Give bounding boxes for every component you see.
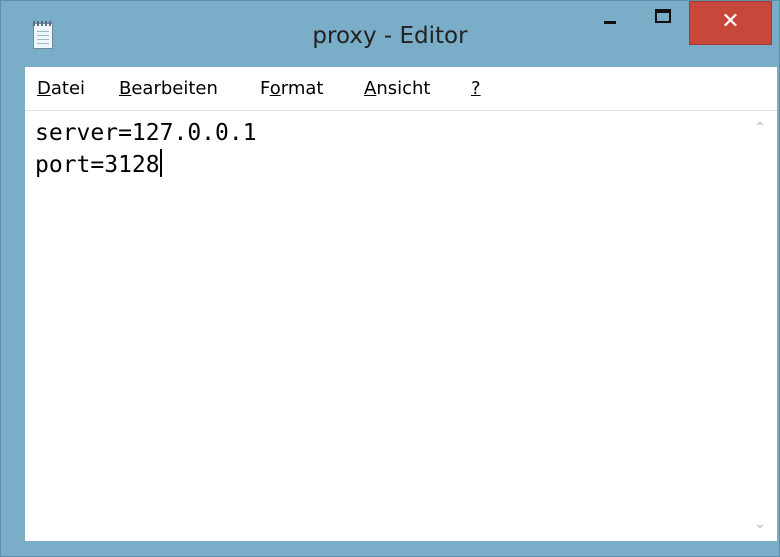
close-button[interactable]: ✕ bbox=[689, 1, 772, 45]
notepad-icon[interactable] bbox=[33, 21, 53, 49]
text-content[interactable]: server=127.0.0.1 port=3128 bbox=[35, 117, 737, 541]
title-bar[interactable]: proxy - Editor ✕ bbox=[1, 1, 779, 65]
text-line-1: server=127.0.0.1 bbox=[35, 120, 257, 146]
close-icon: ✕ bbox=[721, 9, 740, 34]
menu-item-format[interactable]: Format bbox=[260, 78, 323, 99]
minimize-button[interactable] bbox=[586, 3, 632, 33]
menu-bar: Datei Bearbeiten Format Ansicht ? bbox=[25, 67, 777, 111]
menu-item-bearbeiten[interactable]: Bearbeiten bbox=[119, 78, 218, 99]
menu-item-help[interactable]: ? bbox=[471, 78, 481, 99]
menu-item-ansicht[interactable]: Ansicht bbox=[364, 78, 430, 99]
text-line-2: port=3128 bbox=[35, 149, 737, 181]
scroll-down-icon[interactable]: ⌄ bbox=[753, 517, 767, 531]
menu-item-datei[interactable]: Datei bbox=[37, 78, 85, 99]
maximize-icon bbox=[655, 9, 671, 23]
vertical-scrollbar[interactable]: ⌃ ⌄ bbox=[743, 111, 777, 541]
scroll-up-icon[interactable]: ⌃ bbox=[753, 121, 767, 135]
editor-window: proxy - Editor ✕ Datei Bearbeiten Format… bbox=[0, 0, 780, 557]
maximize-button[interactable] bbox=[639, 3, 685, 33]
text-editor[interactable]: server=127.0.0.1 port=3128 ⌃ ⌄ bbox=[25, 111, 777, 541]
minimize-icon bbox=[604, 21, 616, 24]
text-caret bbox=[159, 149, 162, 177]
